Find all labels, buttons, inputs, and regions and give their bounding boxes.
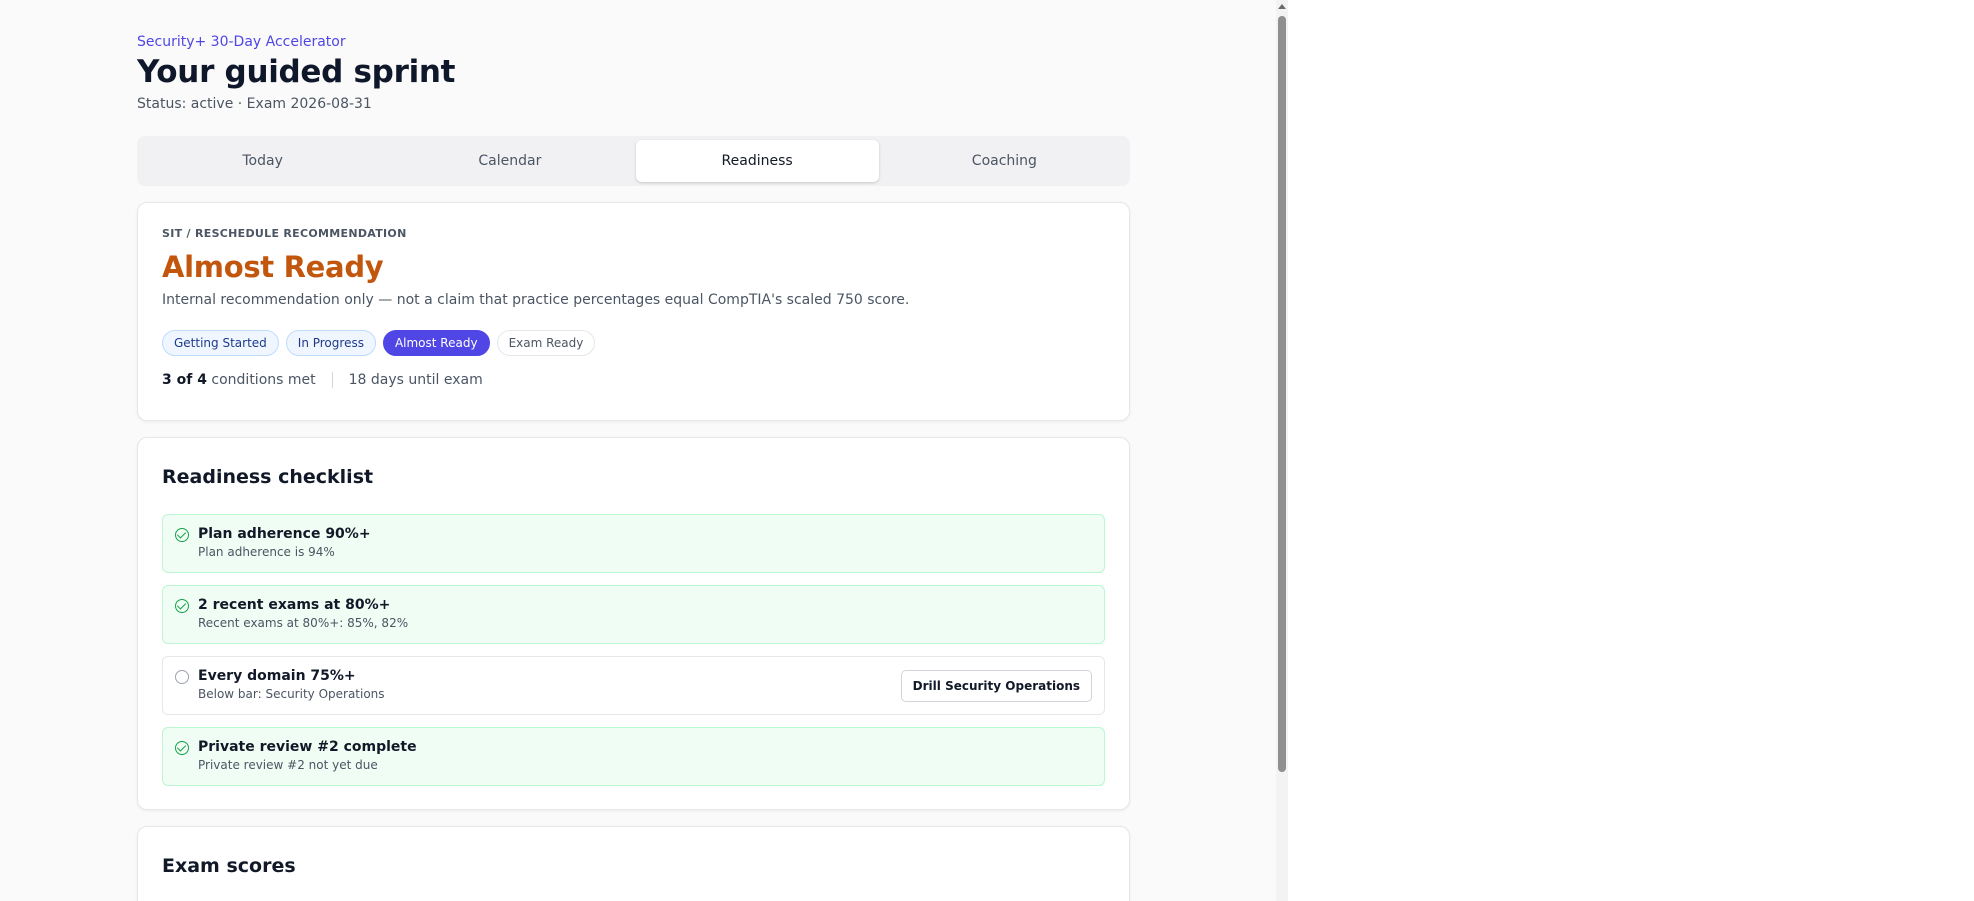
page-title: Your guided sprint	[137, 54, 456, 90]
stage-getting-started: Getting Started	[162, 330, 279, 356]
readiness-checklist-card: Readiness checklist Plan adherence 90%+ …	[137, 437, 1130, 810]
scroll-up-arrow-icon[interactable]	[1278, 4, 1286, 9]
checklist-item-title: Plan adherence 90%+	[198, 526, 371, 542]
vertical-scrollbar[interactable]	[1276, 0, 1288, 901]
checklist-item-detail: Below bar: Security Operations	[198, 687, 385, 701]
stage-in-progress: In Progress	[285, 330, 376, 356]
status-line: Status: active · Exam 2026-08-31	[137, 96, 372, 112]
tab-today[interactable]: Today	[141, 140, 384, 182]
stage-progress: Getting Started In Progress Almost Ready…	[162, 330, 1105, 356]
tab-coaching[interactable]: Coaching	[883, 140, 1126, 182]
days-until-exam: 18 days until exam	[348, 372, 483, 388]
tab-bar: Today Calendar Readiness Coaching	[137, 136, 1130, 186]
empty-circle-icon	[175, 670, 189, 684]
app-window: Security+ 30-Day Accelerator Your guided…	[0, 0, 1276, 901]
meta-divider	[331, 372, 333, 388]
recommendation-card: SIT / RESCHEDULE RECOMMENDATION Almost R…	[137, 202, 1130, 421]
check-circle-icon	[175, 528, 189, 542]
exam-scores-title: Exam scores	[162, 855, 296, 877]
checklist-item-detail: Private review #2 not yet due	[198, 758, 378, 772]
check-circle-icon	[175, 599, 189, 613]
checklist-item-private-review: Private review #2 complete Private revie…	[162, 727, 1105, 786]
checklist-title: Readiness checklist	[162, 466, 374, 488]
checklist-list: Plan adherence 90%+ Plan adherence is 94…	[162, 514, 1105, 786]
checklist-item-title: 2 recent exams at 80%+	[198, 597, 391, 613]
checklist-item-recent-exams: 2 recent exams at 80%+ Recent exams at 8…	[162, 585, 1105, 644]
drill-security-operations-button[interactable]: Drill Security Operations	[900, 670, 1092, 702]
recommendation-label: SIT / RESCHEDULE RECOMMENDATION	[162, 227, 407, 240]
main-content: Security+ 30-Day Accelerator Your guided…	[137, 34, 1130, 901]
stage-almost-ready: Almost Ready	[382, 330, 490, 356]
conditions-count: 3 of 4	[162, 372, 207, 388]
exam-scores-card: Exam scores	[137, 826, 1130, 901]
page-eyebrow: Security+ 30-Day Accelerator	[137, 34, 346, 50]
check-circle-icon	[175, 741, 189, 755]
scrollbar-thumb[interactable]	[1278, 16, 1286, 772]
checklist-item-detail: Plan adherence is 94%	[198, 545, 335, 559]
tab-readiness[interactable]: Readiness	[635, 140, 879, 182]
tab-calendar[interactable]: Calendar	[388, 140, 631, 182]
checklist-item-detail: Recent exams at 80%+: 85%, 82%	[198, 616, 409, 630]
checklist-item-title: Every domain 75%+	[198, 668, 356, 684]
checklist-item-plan-adherence: Plan adherence 90%+ Plan adherence is 94…	[162, 514, 1105, 573]
checklist-item-every-domain: Every domain 75%+ Below bar: Security Op…	[162, 656, 1105, 715]
stage-exam-ready: Exam Ready	[496, 330, 596, 356]
conditions-suffix: conditions met	[211, 372, 316, 388]
checklist-item-title: Private review #2 complete	[198, 739, 417, 755]
recommendation-meta: 3 of 4 conditions met 18 days until exam	[162, 372, 1105, 388]
recommendation-note: Internal recommendation only — not a cla…	[162, 292, 910, 308]
conditions-summary: 3 of 4 conditions met	[162, 372, 316, 388]
recommendation-title: Almost Ready	[162, 250, 384, 284]
